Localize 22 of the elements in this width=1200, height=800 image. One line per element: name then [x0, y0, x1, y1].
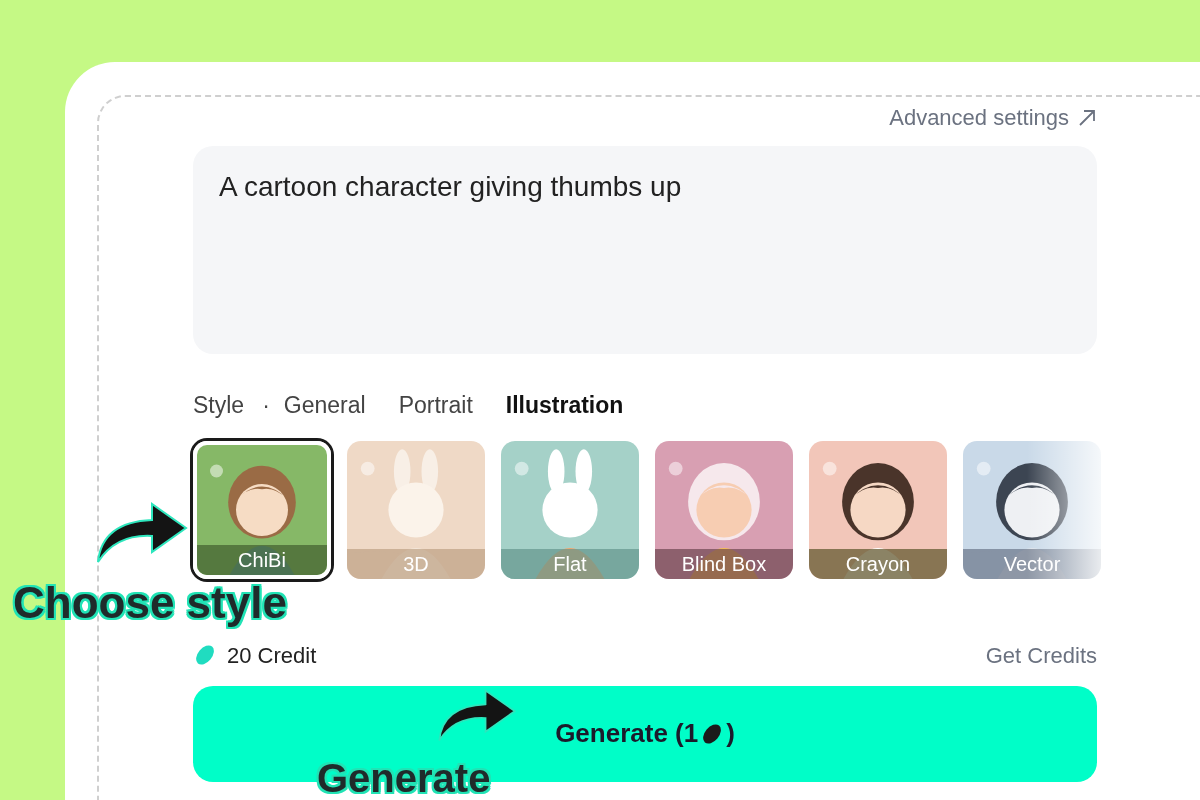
get-credits-link[interactable]: Get Credits	[985, 638, 1097, 672]
bean-icon	[193, 643, 217, 667]
style-thumbnail[interactable]: Flat	[501, 440, 639, 579]
style-name: ChiBi	[197, 544, 327, 575]
style-name: 3D	[347, 548, 485, 579]
style-label: Style	[193, 391, 245, 420]
advanced-settings-link[interactable]: Advanced settings	[889, 101, 1097, 134]
style-name: Flat	[501, 548, 639, 579]
annotation-label: Choose style	[13, 577, 287, 629]
style-tab[interactable]: Portrait	[398, 388, 473, 423]
style-name: Crayon	[809, 548, 947, 579]
style-name: Blind Box	[655, 548, 793, 579]
arrow-up-right-icon	[1077, 107, 1097, 128]
credit-balance: 20 Credit	[227, 641, 317, 670]
separator-dot: ·	[262, 391, 270, 420]
style-thumbnail[interactable]: Blind Box	[655, 440, 793, 579]
style-thumbnail[interactable]: ChiBi	[193, 440, 331, 579]
style-tab[interactable]: General	[283, 388, 366, 423]
style-tab[interactable]: Illustration	[505, 388, 624, 423]
prompt-field[interactable]: A cartoon character giving thumbs up	[193, 146, 1097, 354]
style-thumbnail[interactable]: Vector	[963, 440, 1101, 579]
style-thumbnail[interactable]: Crayon	[809, 440, 947, 579]
